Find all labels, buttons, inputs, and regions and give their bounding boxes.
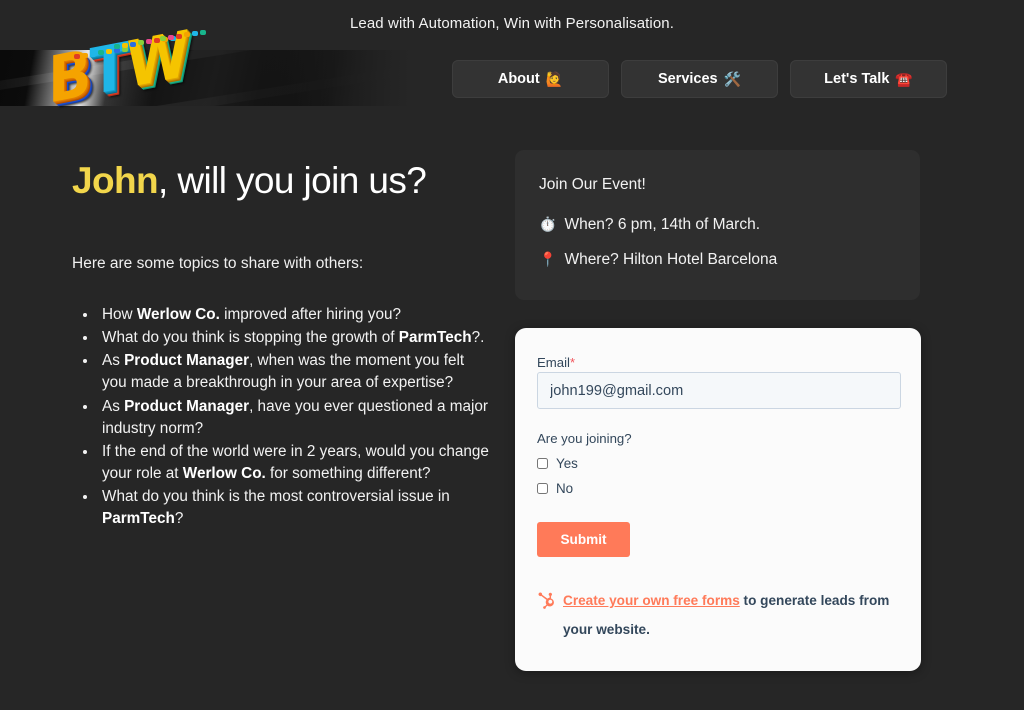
checkbox-row-yes[interactable]: Yes [537,456,899,471]
topic-text: As [102,352,125,370]
event-card: Join Our Event! ⏱️ When? 6 pm, 14th of M… [515,150,920,300]
email-field-label: Email* [537,355,575,370]
topic-text: for something different? [265,464,431,482]
create-free-forms-link[interactable]: Create your own free forms [563,593,740,608]
checkbox-row-no[interactable]: No [537,481,899,496]
checkbox-yes[interactable] [537,458,548,469]
hammer-and-wrench-icon: 🛠️ [723,70,742,87]
stopwatch-icon: ⏱️ [539,216,557,232]
topic-text: What do you think is the most controvers… [102,487,450,505]
topic-emphasis: Werlow Co. [136,306,220,324]
checkbox-no[interactable] [537,483,548,494]
lead-form-card: Email* Are you joining? Yes No Submit Cr… [515,328,921,671]
nav-label-lets-talk: Let's Talk [824,71,890,87]
topic-text: ? [174,509,184,527]
hubspot-footer: Create your own free forms to generate l… [537,587,899,644]
event-where-text: Where? Hilton Hotel Barcelona [564,251,778,268]
nav-button-services[interactable]: Services 🛠️ [621,60,778,98]
headline-rest: , will you join us? [157,160,427,201]
event-where-row: 📍 Where? Hilton Hotel Barcelona [539,251,896,269]
checkbox-label-yes: Yes [556,456,578,471]
logo-letter-w: W [126,17,188,104]
hero-section: John, will you join us? Here are some to… [72,160,492,531]
topic-text: As [102,397,125,415]
checkbox-label-no: No [556,481,574,496]
round-pushpin-icon: 📍 [539,251,557,267]
btw-logo-text: BTW [48,17,208,119]
topic-emphasis: ParmTech [398,329,472,347]
topic-list-item: What do you think is the most controvers… [98,486,492,530]
required-asterisk: * [569,355,576,370]
topic-emphasis: Product Manager [124,352,250,370]
page-title: John, will you join us? [72,160,492,201]
email-label-text: Email [537,355,570,370]
nav-label-services: Services [657,71,718,87]
topic-list-item: As Product Manager, have you ever questi… [98,396,492,440]
topic-list-item: If the end of the world were in 2 years,… [98,441,492,485]
topic-list-item: What do you think is stopping the growth… [98,327,492,349]
btw-logo[interactable]: BTW [48,17,208,126]
topics-list: How Werlow Co. improved after hiring you… [72,304,492,529]
topic-text: ?. [471,329,485,347]
nav-label-about: About [497,71,540,87]
topic-list-item: As Product Manager, when was the moment … [98,350,492,394]
event-card-title: Join Our Event! [539,176,646,193]
event-when-text: When? 6 pm, 14th of March. [564,216,761,233]
main-navigation: About 🙋 Services 🛠️ Let's Talk ☎️ [452,60,947,98]
email-input[interactable] [537,372,901,409]
logo-letter-b: B [48,36,90,119]
hubspot-sprocket-icon [538,592,554,609]
submit-button[interactable]: Submit [537,522,630,557]
recipient-name: John [72,160,159,201]
topic-text: improved after hiring you? [219,306,401,324]
topic-list-item: How Werlow Co. improved after hiring you… [98,304,492,326]
hero-subheading: Here are some topics to share with other… [72,255,364,273]
topic-text: How [102,306,137,324]
nav-button-about[interactable]: About 🙋 [452,60,609,98]
logo-letter-t: T [89,29,127,111]
nav-button-lets-talk[interactable]: Let's Talk ☎️ [790,60,947,98]
person-raising-hand-icon: 🙋 [545,70,564,87]
event-when-row: ⏱️ When? 6 pm, 14th of March. [539,216,896,234]
joining-question-label: Are you joining? [537,431,632,446]
telephone-icon: ☎️ [895,70,913,87]
topic-emphasis: ParmTech [102,509,175,527]
topic-emphasis: Werlow Co. [182,464,266,482]
topic-emphasis: Product Manager [124,397,250,415]
topic-text: What do you think is stopping the growth… [102,329,399,347]
banner-fade [262,50,412,106]
